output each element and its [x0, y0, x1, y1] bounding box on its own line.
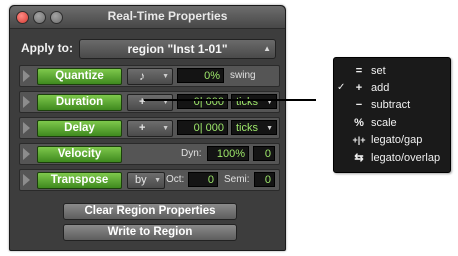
menu-item-scale[interactable]: % scale [334, 115, 450, 131]
window-title: Real-Time Properties [107, 9, 228, 23]
write-to-region-button[interactable]: Write to Region [63, 224, 237, 241]
apply-to-select[interactable]: region "Inst 1-01" ▲ [79, 39, 276, 59]
duration-row: Duration + ▼ 0| 000 ticks ▼ [19, 91, 280, 113]
title-bar[interactable]: Real-Time Properties [10, 6, 285, 29]
swing-label: swing [230, 70, 256, 81]
delay-operator: + [139, 122, 146, 134]
minimize-window-button[interactable] [33, 11, 46, 24]
menu-item-label: legato/gap [371, 134, 423, 146]
velocity-offset-field[interactable]: 0 [253, 146, 275, 161]
duration-unit-select[interactable]: ticks ▼ [231, 94, 277, 109]
callout-line [144, 99, 316, 101]
velocity-button[interactable]: Velocity [37, 146, 122, 163]
apply-to-value: region "Inst 1-01" [127, 42, 228, 56]
velocity-row: Velocity Dyn: 100% 0 [19, 143, 280, 165]
transpose-row: Transpose by ▼ Oct: 0 Semi: 0 [19, 169, 280, 191]
percent-icon: % [354, 117, 364, 129]
disclosure-triangle-icon[interactable] [23, 96, 30, 108]
transpose-button[interactable]: Transpose [37, 172, 122, 189]
menu-item-legato-overlap[interactable]: ⇆ legato/overlap [334, 150, 450, 166]
chevron-down-icon: ▼ [162, 73, 169, 80]
chevron-down-icon: ▼ [162, 125, 169, 132]
quantize-row: Quantize ♪ ▼ 0% swing [19, 65, 280, 87]
apply-to-label: Apply to: [21, 41, 73, 55]
menu-item-add[interactable]: ✓ + add [334, 80, 450, 96]
menu-item-label: subtract [371, 99, 411, 111]
chevron-down-icon: ▼ [162, 99, 169, 106]
equals-icon: = [355, 65, 363, 77]
duration-button[interactable]: Duration [37, 94, 122, 111]
note-value-select[interactable]: ♪ ▼ [127, 68, 173, 85]
legato-overlap-icon: ⇆ [354, 152, 364, 164]
quantize-button[interactable]: Quantize [37, 68, 122, 85]
transpose-mode-select[interactable]: by ▼ [127, 172, 165, 189]
transpose-mode: by [135, 174, 147, 186]
operator-popup-menu: = set ✓ + add − subtract % scale +|+ leg… [333, 57, 451, 173]
oct-label: Oct: [166, 174, 185, 185]
menu-item-label: set [371, 65, 386, 77]
legato-gap-icon: +|+ [352, 135, 366, 145]
note-icon: ♪ [139, 69, 145, 83]
plus-icon: + [355, 82, 363, 94]
menu-item-legato-gap[interactable]: +|+ legato/gap [334, 132, 450, 148]
semi-field[interactable]: 0 [254, 172, 275, 187]
chevron-down-icon: ▼ [266, 99, 273, 106]
minus-icon: − [355, 99, 363, 111]
quantize-percent-field[interactable]: 0% [177, 68, 224, 83]
delay-row: Delay + ▼ 0| 000 ticks ▼ [19, 117, 280, 139]
dyn-label: Dyn: [181, 148, 202, 159]
menu-item-subtract[interactable]: − subtract [334, 97, 450, 113]
disclosure-triangle-icon[interactable] [23, 70, 30, 82]
duration-unit: ticks [236, 96, 258, 108]
dyn-percent-field[interactable]: 100% [207, 146, 249, 161]
zoom-window-button[interactable] [50, 11, 63, 24]
duration-operator: + [139, 96, 146, 108]
disclosure-triangle-icon[interactable] [23, 122, 30, 134]
disclosure-triangle-icon[interactable] [23, 148, 30, 160]
delay-button[interactable]: Delay [37, 120, 122, 137]
semi-label: Semi: [224, 174, 250, 185]
real-time-properties-window: Real-Time Properties Apply to: region "I… [9, 5, 286, 251]
checkmark-icon: ✓ [337, 82, 346, 93]
menu-item-set[interactable]: = set [334, 63, 450, 79]
disclosure-triangle-icon[interactable] [23, 174, 30, 186]
duration-operator-select[interactable]: + ▼ [127, 94, 173, 111]
chevron-down-icon: ▼ [154, 177, 161, 184]
close-window-button[interactable] [16, 11, 29, 24]
menu-item-label: add [371, 82, 390, 94]
dropdown-arrow-icon: ▲ [263, 44, 271, 53]
oct-field[interactable]: 0 [188, 172, 218, 187]
delay-unit-select[interactable]: ticks ▼ [231, 120, 277, 135]
delay-operator-select[interactable]: + ▼ [127, 120, 173, 137]
delay-unit: ticks [236, 122, 258, 134]
delay-value-field[interactable]: 0| 000 [177, 120, 228, 135]
menu-item-label: legato/overlap [371, 152, 441, 164]
duration-value-field[interactable]: 0| 000 [177, 94, 228, 109]
chevron-down-icon: ▼ [266, 125, 273, 132]
clear-region-properties-button[interactable]: Clear Region Properties [63, 203, 237, 220]
menu-item-label: scale [371, 117, 397, 129]
